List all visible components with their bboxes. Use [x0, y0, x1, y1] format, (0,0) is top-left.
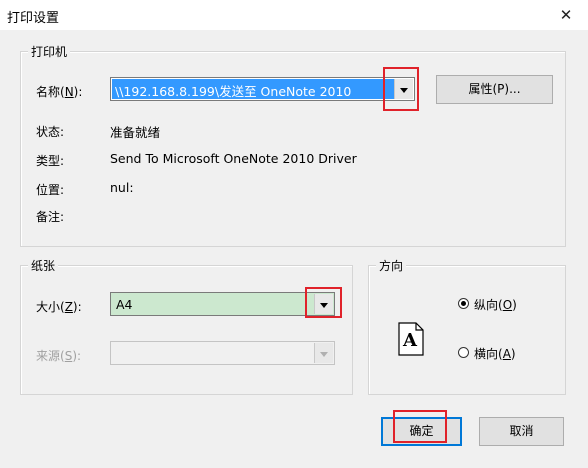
printer-name-combo[interactable]: \\192.168.8.199\发送至 OneNote 2010	[110, 77, 415, 101]
cancel-button[interactable]: 取消	[479, 417, 564, 446]
close-button[interactable]: ✕	[548, 2, 584, 28]
portrait-radio-label: 纵向(O)	[474, 298, 517, 312]
printer-name-value: \\192.168.8.199\发送至 OneNote 2010	[112, 79, 394, 99]
ok-button-highlight	[393, 410, 447, 443]
printer-name-label: 名称(N):	[36, 85, 83, 99]
landscape-radio-label: 横向(A)	[474, 347, 516, 361]
page-icon-letter: A	[403, 330, 417, 351]
paper-size-value: A4	[116, 297, 133, 312]
status-label: 状态:	[36, 125, 65, 139]
location-label: 位置:	[36, 183, 65, 197]
orientation-group-label: 方向	[376, 257, 407, 274]
printer-group-label: 打印机	[28, 43, 71, 60]
printer-dropdown-highlight	[383, 67, 419, 111]
type-label: 类型:	[36, 154, 65, 168]
paper-group-label: 纸张	[28, 257, 59, 274]
paper-source-label: 来源(S):	[36, 349, 82, 363]
title-bar	[0, 0, 588, 30]
comment-label: 备注:	[36, 210, 65, 224]
portrait-radio[interactable]	[458, 298, 469, 309]
paper-source-value	[113, 343, 314, 363]
landscape-radio[interactable]	[458, 347, 469, 358]
landscape-radio-option[interactable]: 横向(A)	[458, 345, 558, 363]
window-title: 打印设置	[7, 11, 60, 26]
properties-button[interactable]: 属性(P)...	[436, 75, 553, 104]
location-value: nul:	[110, 180, 134, 195]
paper-size-label: 大小(Z):	[36, 300, 82, 314]
paper-source-combo	[110, 341, 335, 365]
type-value: Send To Microsoft OneNote 2010 Driver	[110, 151, 357, 166]
chevron-down-icon	[320, 352, 328, 357]
status-value: 准备就绪	[110, 125, 161, 140]
page-orientation-icon: A	[398, 322, 424, 356]
paper-size-combo[interactable]: A4	[110, 292, 335, 316]
close-icon: ✕	[559, 6, 573, 24]
paper-group	[20, 265, 353, 395]
portrait-radio-option[interactable]: 纵向(O)	[458, 296, 558, 314]
paper-source-dropdown-button	[314, 343, 333, 363]
paper-size-dropdown-highlight	[305, 287, 342, 318]
